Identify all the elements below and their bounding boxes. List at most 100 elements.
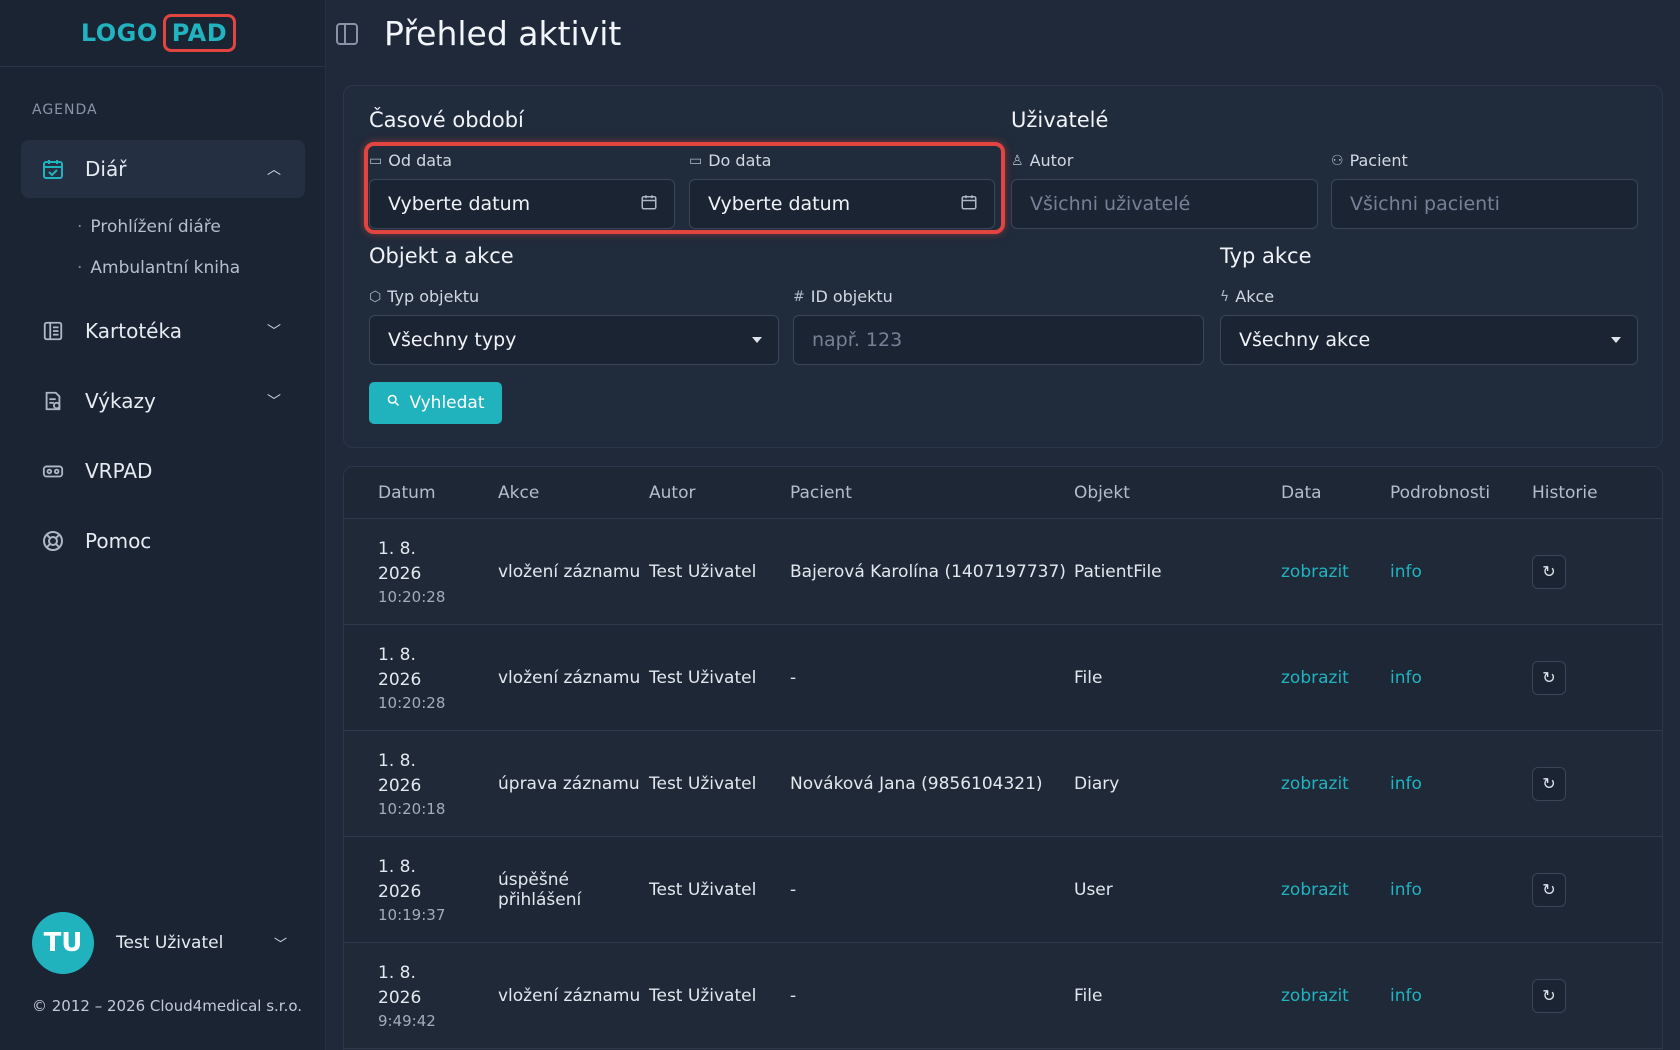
- from-date-label-text: Od data: [388, 151, 453, 170]
- action-select[interactable]: Všechny akce: [1220, 315, 1638, 365]
- patient-icon: ⚇: [1331, 152, 1344, 169]
- object-action-title: Objekt a akce: [369, 244, 514, 268]
- action-label: ϟ Akce: [1220, 287, 1274, 306]
- sidebar-item-vykazy[interactable]: Výkazy ﹀: [21, 372, 305, 430]
- caret-down-icon: [1611, 337, 1621, 343]
- user-icon: ♙: [1011, 152, 1024, 169]
- object-type-select[interactable]: Všechny typy: [369, 315, 779, 365]
- sidebar-subitem-ambulantni-kniha[interactable]: Ambulantní kniha: [77, 247, 305, 288]
- action-type-title: Typ akce: [1220, 244, 1312, 268]
- cell-author: Test Uživatel: [649, 985, 757, 1006]
- info-link[interactable]: info: [1390, 986, 1532, 1006]
- author-input[interactable]: Všichni uživatelé: [1011, 179, 1318, 229]
- cell-date: 1. 8. 2026 9:49:42: [344, 961, 464, 1031]
- data-link[interactable]: zobrazit: [1281, 562, 1390, 582]
- data-link[interactable]: zobrazit: [1281, 986, 1390, 1006]
- history-refresh-icon[interactable]: ↻: [1532, 766, 1566, 801]
- column-header-objekt[interactable]: Objekt: [1074, 483, 1281, 503]
- avatar: TU: [32, 912, 94, 974]
- file-cabinet-icon: [41, 319, 65, 343]
- lifebuoy-icon: [41, 529, 65, 553]
- patient-label: ⚇ Pacient: [1331, 151, 1408, 170]
- table-body: 1. 8. 2026 10:20:28 vložení záznamu Test …: [344, 519, 1662, 1049]
- sidebar-subitem-prohlizeni[interactable]: Prohlížení diáře: [77, 206, 305, 247]
- column-header-podrobnosti[interactable]: Podrobnosti: [1390, 483, 1532, 503]
- info-link[interactable]: info: [1390, 562, 1532, 582]
- hash-icon: #: [793, 288, 805, 305]
- date-value: 1. 8. 2026: [378, 538, 422, 584]
- section-label-agenda: AGENDA: [32, 102, 98, 118]
- calendar-check-icon: [41, 157, 65, 181]
- info-link[interactable]: info: [1390, 774, 1532, 794]
- calendar-icon: ▭: [689, 152, 703, 169]
- cell-object: PatientFile: [1074, 561, 1162, 582]
- cell-author: Test Uživatel: [649, 773, 757, 794]
- object-type-value: Všechny typy: [388, 329, 517, 351]
- to-date-label: ▭ Do data: [689, 151, 771, 170]
- object-id-label: # ID objektu: [793, 287, 893, 306]
- column-header-autor[interactable]: Autor: [649, 483, 790, 503]
- cell-history: ↻: [1532, 554, 1612, 589]
- object-id-placeholder: např. 123: [812, 329, 903, 351]
- calendar-icon: ▭: [369, 152, 383, 169]
- history-refresh-icon[interactable]: ↻: [1532, 872, 1566, 907]
- date-value: 1. 8. 2026: [378, 856, 422, 902]
- column-header-datum[interactable]: Datum: [344, 483, 464, 503]
- chevron-down-icon: ﹀: [273, 937, 287, 953]
- from-date-input[interactable]: Vyberte datum: [369, 179, 675, 229]
- logo[interactable]: LOGO PAD: [81, 14, 237, 52]
- cell-action: vložení záznamu: [498, 985, 641, 1006]
- chevron-down-icon: ﹀: [267, 324, 281, 340]
- object-type-label: ⬡ Typ objektu: [369, 287, 479, 306]
- calendar-icon: [640, 193, 658, 215]
- patient-label-text: Pacient: [1349, 151, 1408, 170]
- header: Přehled aktivit: [326, 0, 1680, 67]
- user-menu[interactable]: TU Test Uživatel ﹀: [32, 912, 287, 974]
- history-refresh-icon[interactable]: ↻: [1532, 554, 1566, 589]
- sidebar: LOGO PAD AGENDA Diář ︿ Prohlížení diáře …: [0, 0, 326, 1050]
- cell-patient: -: [790, 985, 797, 1006]
- table-row: 1. 8. 2026 9:49:42 vložení záznamu Test U…: [344, 943, 1662, 1049]
- object-id-label-text: ID objektu: [810, 287, 893, 306]
- date-value: 1. 8. 2026: [378, 644, 422, 690]
- data-link[interactable]: zobrazit: [1281, 668, 1390, 688]
- cell-date: 1. 8. 2026 10:20:28: [344, 643, 464, 713]
- filters-panel: Časové období Uživatelé ▭ Od data Vybert…: [343, 85, 1663, 448]
- column-header-akce[interactable]: Akce: [464, 483, 649, 503]
- column-header-historie[interactable]: Historie: [1532, 483, 1612, 503]
- search-button-label: Vyhledat: [409, 393, 485, 413]
- history-refresh-icon[interactable]: ↻: [1532, 978, 1566, 1013]
- data-link[interactable]: zobrazit: [1281, 774, 1390, 794]
- search-button[interactable]: Vyhledat: [369, 382, 502, 424]
- time-value: 10:20:18: [378, 799, 446, 818]
- object-id-input[interactable]: např. 123: [793, 315, 1204, 365]
- author-label: ♙ Autor: [1011, 151, 1073, 170]
- sidebar-submenu-diar: Prohlížení diáře Ambulantní kniha: [21, 206, 305, 288]
- table-row: 1. 8. 2026 10:19:37 úspěšné přihlášení Te…: [344, 837, 1662, 943]
- column-header-data[interactable]: Data: [1281, 483, 1390, 503]
- cell-date: 1. 8. 2026 10:20:18: [344, 749, 464, 819]
- sidebar-item-pomoc[interactable]: Pomoc: [21, 512, 305, 570]
- user-name: Test Uživatel: [116, 933, 224, 953]
- sidebar-item-label: Diář: [85, 157, 127, 181]
- history-refresh-icon[interactable]: ↻: [1532, 660, 1566, 695]
- object-type-label-text: Typ objektu: [387, 287, 480, 306]
- patient-input[interactable]: Všichni pacienti: [1331, 179, 1638, 229]
- cell-author: Test Uživatel: [649, 879, 757, 900]
- lightning-icon: ϟ: [1220, 288, 1230, 305]
- sidebar-item-kartoteka[interactable]: Kartotéka ﹀: [21, 302, 305, 360]
- info-link[interactable]: info: [1390, 668, 1532, 688]
- sidebar-item-vrpad[interactable]: VRPAD: [21, 442, 305, 500]
- column-header-pacient[interactable]: Pacient: [790, 483, 1074, 503]
- to-date-input[interactable]: Vyberte datum: [689, 179, 995, 229]
- sidebar-toggle-icon[interactable]: [336, 22, 358, 45]
- from-date-value: Vyberte datum: [388, 193, 531, 215]
- data-link[interactable]: zobrazit: [1281, 880, 1390, 900]
- sidebar-item-diar[interactable]: Diář ︿: [21, 140, 305, 198]
- time-value: 10:20:28: [378, 587, 446, 606]
- cell-patient: Bajerová Karolína (1407197737): [790, 561, 1066, 582]
- info-link[interactable]: info: [1390, 880, 1532, 900]
- cell-object: File: [1074, 985, 1103, 1006]
- page-title: Přehled aktivit: [384, 14, 622, 53]
- vr-headset-icon: [41, 459, 65, 483]
